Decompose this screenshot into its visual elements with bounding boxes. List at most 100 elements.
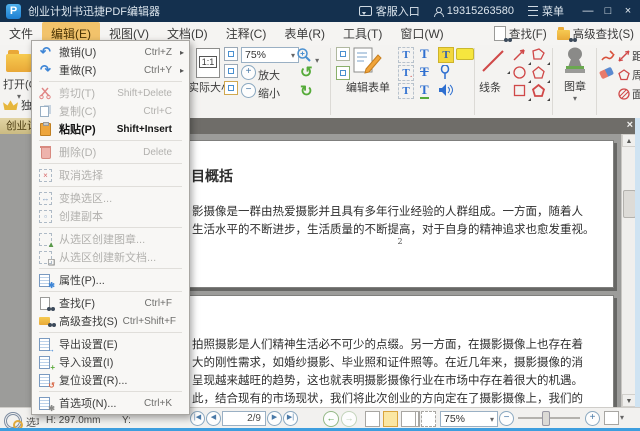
next-view-button[interactable]: → [341, 411, 357, 427]
rotate-right-icon[interactable]: ↻ [300, 84, 313, 99]
last-page-button[interactable]: ▶| [283, 411, 298, 426]
scroll-up-icon[interactable]: ▲ [622, 134, 636, 147]
support-entry-button[interactable]: 客服入口 [359, 3, 420, 19]
perimeter-label: 周长 [632, 67, 640, 83]
stamp-button[interactable]: 图章 ▾ [558, 47, 592, 103]
app-menu-button[interactable]: 菜单 [528, 3, 564, 19]
menu-item-export-settings[interactable]: → 导出设置(E) [32, 335, 189, 353]
highlight-area-button[interactable]: T [438, 47, 454, 63]
perimeter-tool-button[interactable]: 周长 [618, 67, 640, 83]
status-zoom-select[interactable]: 75% ▾ [440, 411, 498, 427]
highlight-text-button[interactable]: T [420, 47, 429, 61]
sticky-note-button[interactable] [456, 48, 474, 60]
menu-window[interactable]: 窗口(W) [391, 22, 452, 45]
area-icon [618, 88, 630, 100]
pdf-editor-window: { "titlebar": { "title": "创业计划书迅捷PDF编辑器"… [0, 0, 640, 431]
menu-item-undo[interactable]: ↶ 撤销(U)Ctrl+Z ▸ [32, 43, 189, 61]
pin-icon [440, 65, 450, 80]
find-button[interactable]: 查找(F) [494, 26, 547, 42]
eraser-tool-button[interactable] [599, 67, 614, 80]
first-page-button[interactable]: |◀ [190, 411, 205, 426]
paste-icon [37, 121, 54, 137]
pentagon-tool-button[interactable] [531, 65, 546, 83]
menu-comment[interactable]: 注释(C) [217, 22, 276, 45]
menu-item-preferences[interactable]: ✱ 首选项(N)...Ctrl+K [32, 394, 189, 412]
strikeout-text-button[interactable]: T [420, 65, 429, 79]
vertical-scrollbar[interactable]: ▲ ▼ [621, 134, 636, 407]
cloud-tool-button[interactable] [531, 83, 546, 101]
next-page-button[interactable]: ▶ [267, 411, 282, 426]
maximize-button[interactable]: □ [598, 5, 618, 17]
menu-item-cut[interactable]: 剪切(T)Shift+Delete [32, 84, 189, 102]
arrow-tool-button[interactable] [512, 47, 527, 65]
multi-page-view-button[interactable] [421, 411, 436, 427]
zoom-slider-handle[interactable] [542, 411, 550, 426]
open-folder-icon [6, 54, 32, 72]
import-settings-icon: + [37, 354, 54, 370]
trash-icon [37, 144, 54, 160]
two-page-view-button[interactable] [401, 411, 416, 427]
rotate-left-icon[interactable]: ↺ [300, 65, 313, 80]
pdf-page-2[interactable]: 拍照摄影是人们精神生活必不可少的点缀。另一方面，在摄影摄像上也存在着 大的刚性需… [186, 295, 614, 407]
edit-text-button[interactable]: T. [398, 65, 414, 81]
edit-object-button[interactable] [336, 66, 350, 80]
actual-size-button[interactable]: 1:1 [196, 48, 220, 78]
menu-item-paste[interactable]: 粘贴(P)Shift+Insert [32, 120, 189, 138]
account-button[interactable]: 19315263580 [434, 5, 514, 17]
previous-view-button[interactable]: ← [323, 411, 339, 427]
page-number-input[interactable]: 2/9 [222, 411, 266, 426]
single-page-view-button[interactable] [365, 411, 380, 427]
view-options-button[interactable] [604, 411, 619, 425]
menu-item-reset-settings[interactable]: ↺ 复位设置(R)... [32, 371, 189, 389]
advanced-find-button[interactable]: 高级查找(S) [557, 26, 634, 42]
minimize-button[interactable]: — [578, 5, 598, 17]
menu-form[interactable]: 表单(R) [275, 22, 334, 45]
zoom-out-slider-button[interactable]: − [499, 411, 514, 426]
fit-visible-button[interactable] [224, 81, 238, 95]
previous-page-button[interactable]: ◀ [206, 411, 221, 426]
pdf-page-1[interactable]: 目概括 影摄像是一群由热爱摄影并且具有多年行业经验的人群组成。一方面，随着人 生… [186, 140, 614, 288]
circle-tool-button[interactable] [512, 65, 527, 83]
add-text-button[interactable]: T [398, 47, 414, 63]
view-options-caret-icon[interactable]: ▾ [620, 413, 624, 422]
sound-button[interactable] [438, 83, 456, 100]
edit-form-label: 编辑表单 [346, 79, 390, 95]
attach-file-button[interactable] [440, 65, 450, 83]
underline-text-button[interactable]: T [420, 83, 429, 99]
status-zoom-value: 75% [444, 413, 465, 425]
menu-item-create-duplicate[interactable]: ▫ 创建副本 [32, 207, 189, 225]
polygon-tool-button[interactable] [531, 47, 546, 65]
zoom-in-slider-button[interactable]: + [585, 411, 600, 426]
area-tool-button[interactable]: 面积 [618, 86, 640, 102]
titlebar: P 创业计划书迅捷PDF编辑器 客服入口 19315263580 菜单 — □ … [0, 0, 640, 22]
menu-item-advanced-find[interactable]: 高级查找(S)Ctrl+Shift+F [32, 312, 189, 330]
menu-item-deselect[interactable]: × 取消选择 [32, 166, 189, 184]
menu-item-properties[interactable]: ✱ 属性(P)... [32, 271, 189, 289]
menu-item-import-settings[interactable]: + 导入设置(I) [32, 353, 189, 371]
scroll-down-icon[interactable]: ▼ [622, 394, 636, 407]
text-box-button[interactable]: T [398, 83, 414, 99]
menu-item-stamp-from-selection[interactable]: ▲ 从选区创建图章... [32, 230, 189, 248]
menu-item-find[interactable]: 查找(F)Ctrl+F [32, 294, 189, 312]
menu-item-transform-selection[interactable]: ↔ 变换选区... [32, 189, 189, 207]
menu-item-newdoc-from-selection[interactable]: ❏ 从选区创建新文档... [32, 248, 189, 266]
close-button[interactable]: × [618, 5, 638, 17]
menu-item-delete[interactable]: 删除(D)Delete [32, 143, 189, 161]
continuous-view-button[interactable] [383, 411, 398, 427]
menu-item-redo[interactable]: ↷ 重做(R)Ctrl+Y ▸ [32, 61, 189, 79]
toolbar-zoom-caret-icon: ▾ [291, 51, 295, 60]
zoom-out-icon[interactable]: − [241, 83, 256, 98]
line-tool-button[interactable] [480, 48, 506, 74]
toolbar-zoom-select[interactable]: 75% ▾ [241, 47, 299, 63]
pencil-tool-button[interactable] [600, 47, 616, 66]
vip-button[interactable]: 独享 [3, 97, 33, 113]
square-tool-button[interactable] [512, 83, 527, 101]
fit-width-button[interactable] [224, 47, 238, 61]
edit-image-button[interactable] [336, 47, 350, 61]
distance-tool-button[interactable]: 距离 [618, 48, 640, 64]
menu-item-copy[interactable]: 复制(C)Ctrl+C [32, 102, 189, 120]
menu-tools[interactable]: 工具(T) [334, 22, 391, 45]
zoom-in-icon[interactable]: + [241, 65, 256, 80]
fit-page-button[interactable] [224, 64, 238, 78]
edit-form-button[interactable] [352, 47, 382, 80]
